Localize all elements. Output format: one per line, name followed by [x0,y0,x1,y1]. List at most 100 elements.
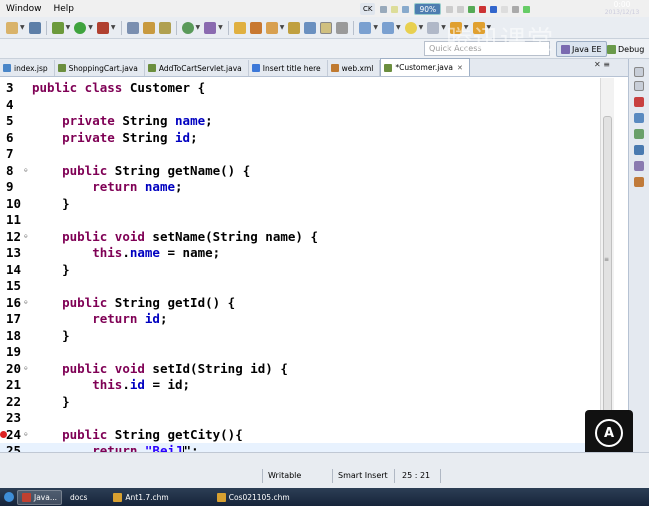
taskbar-item-java[interactable]: Java... [17,489,62,505]
editor-tab-web-xml[interactable]: web.xml [328,60,381,76]
floating-overlay-button[interactable]: A [585,410,633,456]
forward-icon[interactable] [472,21,485,34]
editor-tab-addtocartservlet-java[interactable]: AddToCartServlet.java [145,60,249,76]
keyboard-icon[interactable] [380,5,388,13]
open-type-icon[interactable] [204,21,217,34]
dropdown-arrow-icon[interactable]: ▼ [487,24,492,31]
code-line[interactable]: 21 this.id = id; [0,377,614,394]
code-line[interactable]: 12 ⊖ public void setName(String name) { [0,229,614,246]
code-line[interactable]: 13 this.name = name; [0,245,614,262]
perspective-java-ee-button[interactable]: Java EE [556,41,607,57]
dropdown-arrow-icon[interactable]: ▼ [66,24,71,31]
perspective-debug-button[interactable]: Debug [603,41,648,57]
dropdown-arrow-icon[interactable]: ▼ [111,24,116,31]
taskbar-item-docs[interactable]: docs [66,490,91,505]
dropdown-arrow-icon[interactable]: ▼ [196,24,201,31]
input-language-indicator[interactable]: CK [360,3,376,15]
wifi-icon[interactable] [512,5,520,13]
close-tab-icon[interactable]: ✕ [457,64,463,72]
editor-tab-index-jsp[interactable]: index.jsp [0,60,55,76]
search-icon[interactable] [249,21,262,34]
shield-icon[interactable] [490,5,498,13]
maximize-icon[interactable] [634,81,644,91]
dropdown-arrow-icon[interactable]: ▼ [280,24,285,31]
new-class-icon[interactable] [181,21,194,34]
new-package-icon[interactable] [158,21,171,34]
code-line[interactable]: 14 } [0,262,614,279]
snippets-icon[interactable] [634,177,644,187]
new-icon[interactable] [6,21,18,34]
code-line[interactable]: 6 private String id; [0,130,614,147]
battery-icon[interactable] [523,5,531,13]
fold-toggle-icon[interactable]: ⊖ [24,361,28,378]
dropdown-arrow-icon[interactable]: ▼ [373,24,378,31]
run-icon[interactable] [74,21,87,34]
next-annotation-icon[interactable] [359,21,372,34]
code-line[interactable]: 7 [0,146,614,163]
volume-icon[interactable] [501,5,509,13]
pin-icon[interactable] [427,21,440,34]
code-line[interactable]: 11 [0,212,614,229]
editor-vertical-scrollbar[interactable] [600,78,614,476]
dropdown-arrow-icon[interactable]: ▼ [396,24,401,31]
task-list-icon[interactable] [634,113,644,123]
code-line[interactable]: 16 ⊖ public String getId() { [0,295,614,312]
dropdown-arrow-icon[interactable]: ▼ [218,24,223,31]
editor-tab-shoppingcart-java[interactable]: ShoppingCart.java [55,60,145,76]
taskbar-item-cos021105-chm[interactable]: Cos021105.chm [213,490,294,505]
external-tools-icon[interactable] [96,21,109,34]
minimize-icon[interactable] [634,67,644,77]
dropdown-arrow-icon[interactable]: ▼ [441,24,446,31]
editor-tab-customer-java[interactable]: *Customer.java ✕ [380,58,470,76]
code-editor[interactable]: 3 public class Customer {4 5 private Strin… [0,78,614,452]
code-line[interactable]: 20 ⊖ public void setId(String id) { [0,361,614,378]
code-line[interactable]: 15 [0,278,614,295]
code-line[interactable]: 17 return id; [0,311,614,328]
fold-toggle-icon[interactable]: ⊖ [24,229,28,246]
status-insert-mode[interactable]: Smart Insert [338,471,388,480]
previous-annotation-icon[interactable] [382,21,394,34]
task-icon[interactable] [288,21,301,34]
moon-icon[interactable] [391,5,399,13]
fold-toggle-icon[interactable]: ⊖ [24,427,28,444]
antivirus-icon[interactable] [479,5,487,13]
save-icon[interactable] [28,21,41,34]
dropdown-arrow-icon[interactable]: ▼ [419,24,424,31]
code-line[interactable]: 4 [0,97,614,114]
servers-icon[interactable] [634,145,644,155]
help-icon[interactable] [402,5,410,13]
code-line[interactable]: 25 return "BeiJ"; [0,443,614,452]
code-line[interactable]: 24 ⊖ public String getCity(){ [0,427,614,444]
annotation-icon[interactable] [304,21,317,34]
menu-help[interactable]: Help [48,4,81,14]
code-line[interactable]: 5 private String name; [0,113,614,130]
fold-toggle-icon[interactable]: ⊖ [24,295,28,312]
debug-icon[interactable] [51,21,64,34]
dropdown-arrow-icon[interactable]: ▼ [464,24,469,31]
new-project-icon[interactable] [142,21,155,34]
zoom-out-icon[interactable] [446,5,454,13]
code-line[interactable]: 18 } [0,328,614,345]
dropdown-arrow-icon[interactable]: ▼ [20,24,25,31]
editor-tab-insert-title-here[interactable]: Insert title here [249,60,328,76]
open-folder-icon[interactable] [233,21,246,34]
tab-controls[interactable]: ✕ ≡ [594,60,610,69]
palette-icon[interactable] [634,129,644,139]
back-icon[interactable] [449,21,462,34]
start-button[interactable] [4,492,14,502]
zoom-level[interactable]: 90% [414,3,442,15]
code-line[interactable]: 9 return name; [0,179,614,196]
code-line[interactable]: 8 ⊖ public String getName() { [0,163,614,180]
new-server-icon[interactable] [126,21,139,34]
show-whitespace-icon[interactable] [336,21,349,34]
dropdown-arrow-icon[interactable]: ▼ [88,24,93,31]
menu-window[interactable]: Window [0,4,48,14]
fold-toggle-icon[interactable]: ⊖ [24,163,28,180]
taskbar-item-ant1-7-chm[interactable]: Ant1.7.chm [109,490,172,505]
pencil-icon[interactable] [265,21,278,34]
network-icon[interactable] [468,5,476,13]
code-line[interactable]: 22 } [0,394,614,411]
zoom-in-icon[interactable] [457,5,465,13]
code-line[interactable]: 23 [0,410,614,427]
quick-access-input[interactable]: Quick Access [424,41,550,56]
